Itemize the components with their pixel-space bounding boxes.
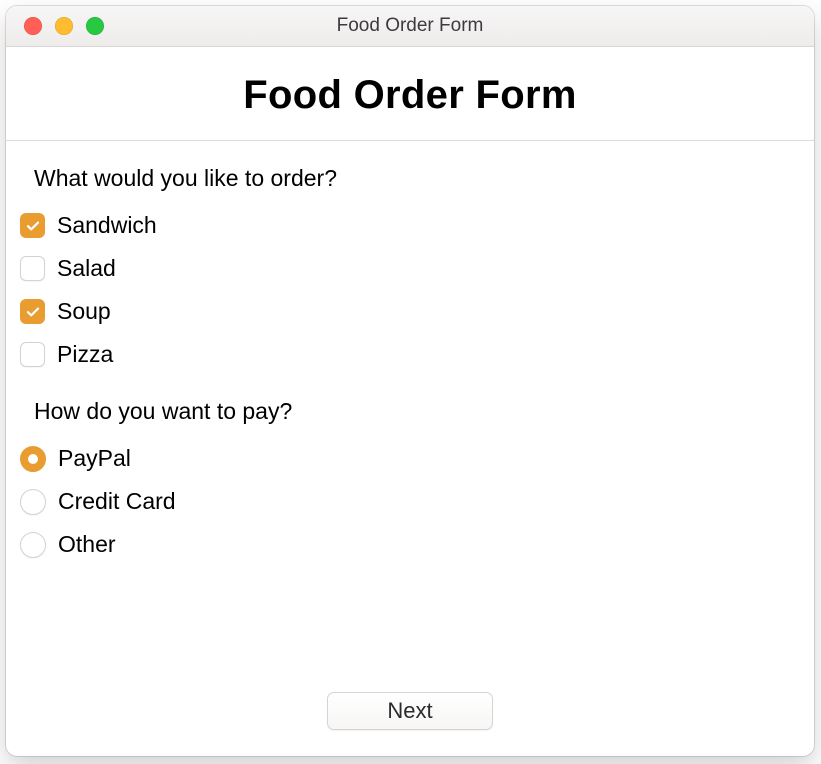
checkbox-empty-icon [20,342,45,367]
radio-empty-icon [20,532,46,558]
order-question: What would you like to order? [34,165,800,192]
checkbox-label: Sandwich [57,212,157,239]
maximize-button[interactable] [86,17,104,35]
radio-label: Credit Card [58,488,176,515]
page-title: Food Order Form [6,73,814,118]
footer: Next [6,692,814,756]
radio-empty-icon [20,489,46,515]
payment-options: PayPal Credit Card Other [20,445,800,558]
radio-credit-card[interactable]: Credit Card [20,488,800,515]
next-button[interactable]: Next [327,692,493,730]
checkbox-empty-icon [20,256,45,281]
checkmark-icon [20,299,45,324]
window-title: Food Order Form [6,15,814,37]
page-header: Food Order Form [6,47,814,141]
payment-question: How do you want to pay? [34,398,800,425]
checkbox-salad[interactable]: Salad [20,255,800,282]
checkbox-sandwich[interactable]: Sandwich [20,212,800,239]
radio-paypal[interactable]: PayPal [20,445,800,472]
radio-selected-icon [20,446,46,472]
checkbox-label: Soup [57,298,111,325]
checkmark-icon [20,213,45,238]
titlebar: Food Order Form [6,6,814,47]
order-options: Sandwich Salad Soup Pizza [20,212,800,368]
checkbox-pizza[interactable]: Pizza [20,341,800,368]
checkbox-label: Pizza [57,341,113,368]
checkbox-label: Salad [57,255,116,282]
traffic-lights [24,17,104,35]
radio-label: Other [58,531,116,558]
checkbox-soup[interactable]: Soup [20,298,800,325]
radio-label: PayPal [58,445,131,472]
radio-other[interactable]: Other [20,531,800,558]
close-button[interactable] [24,17,42,35]
form-content: What would you like to order? Sandwich S… [6,141,814,692]
app-window: Food Order Form Food Order Form What wou… [6,6,814,756]
minimize-button[interactable] [55,17,73,35]
